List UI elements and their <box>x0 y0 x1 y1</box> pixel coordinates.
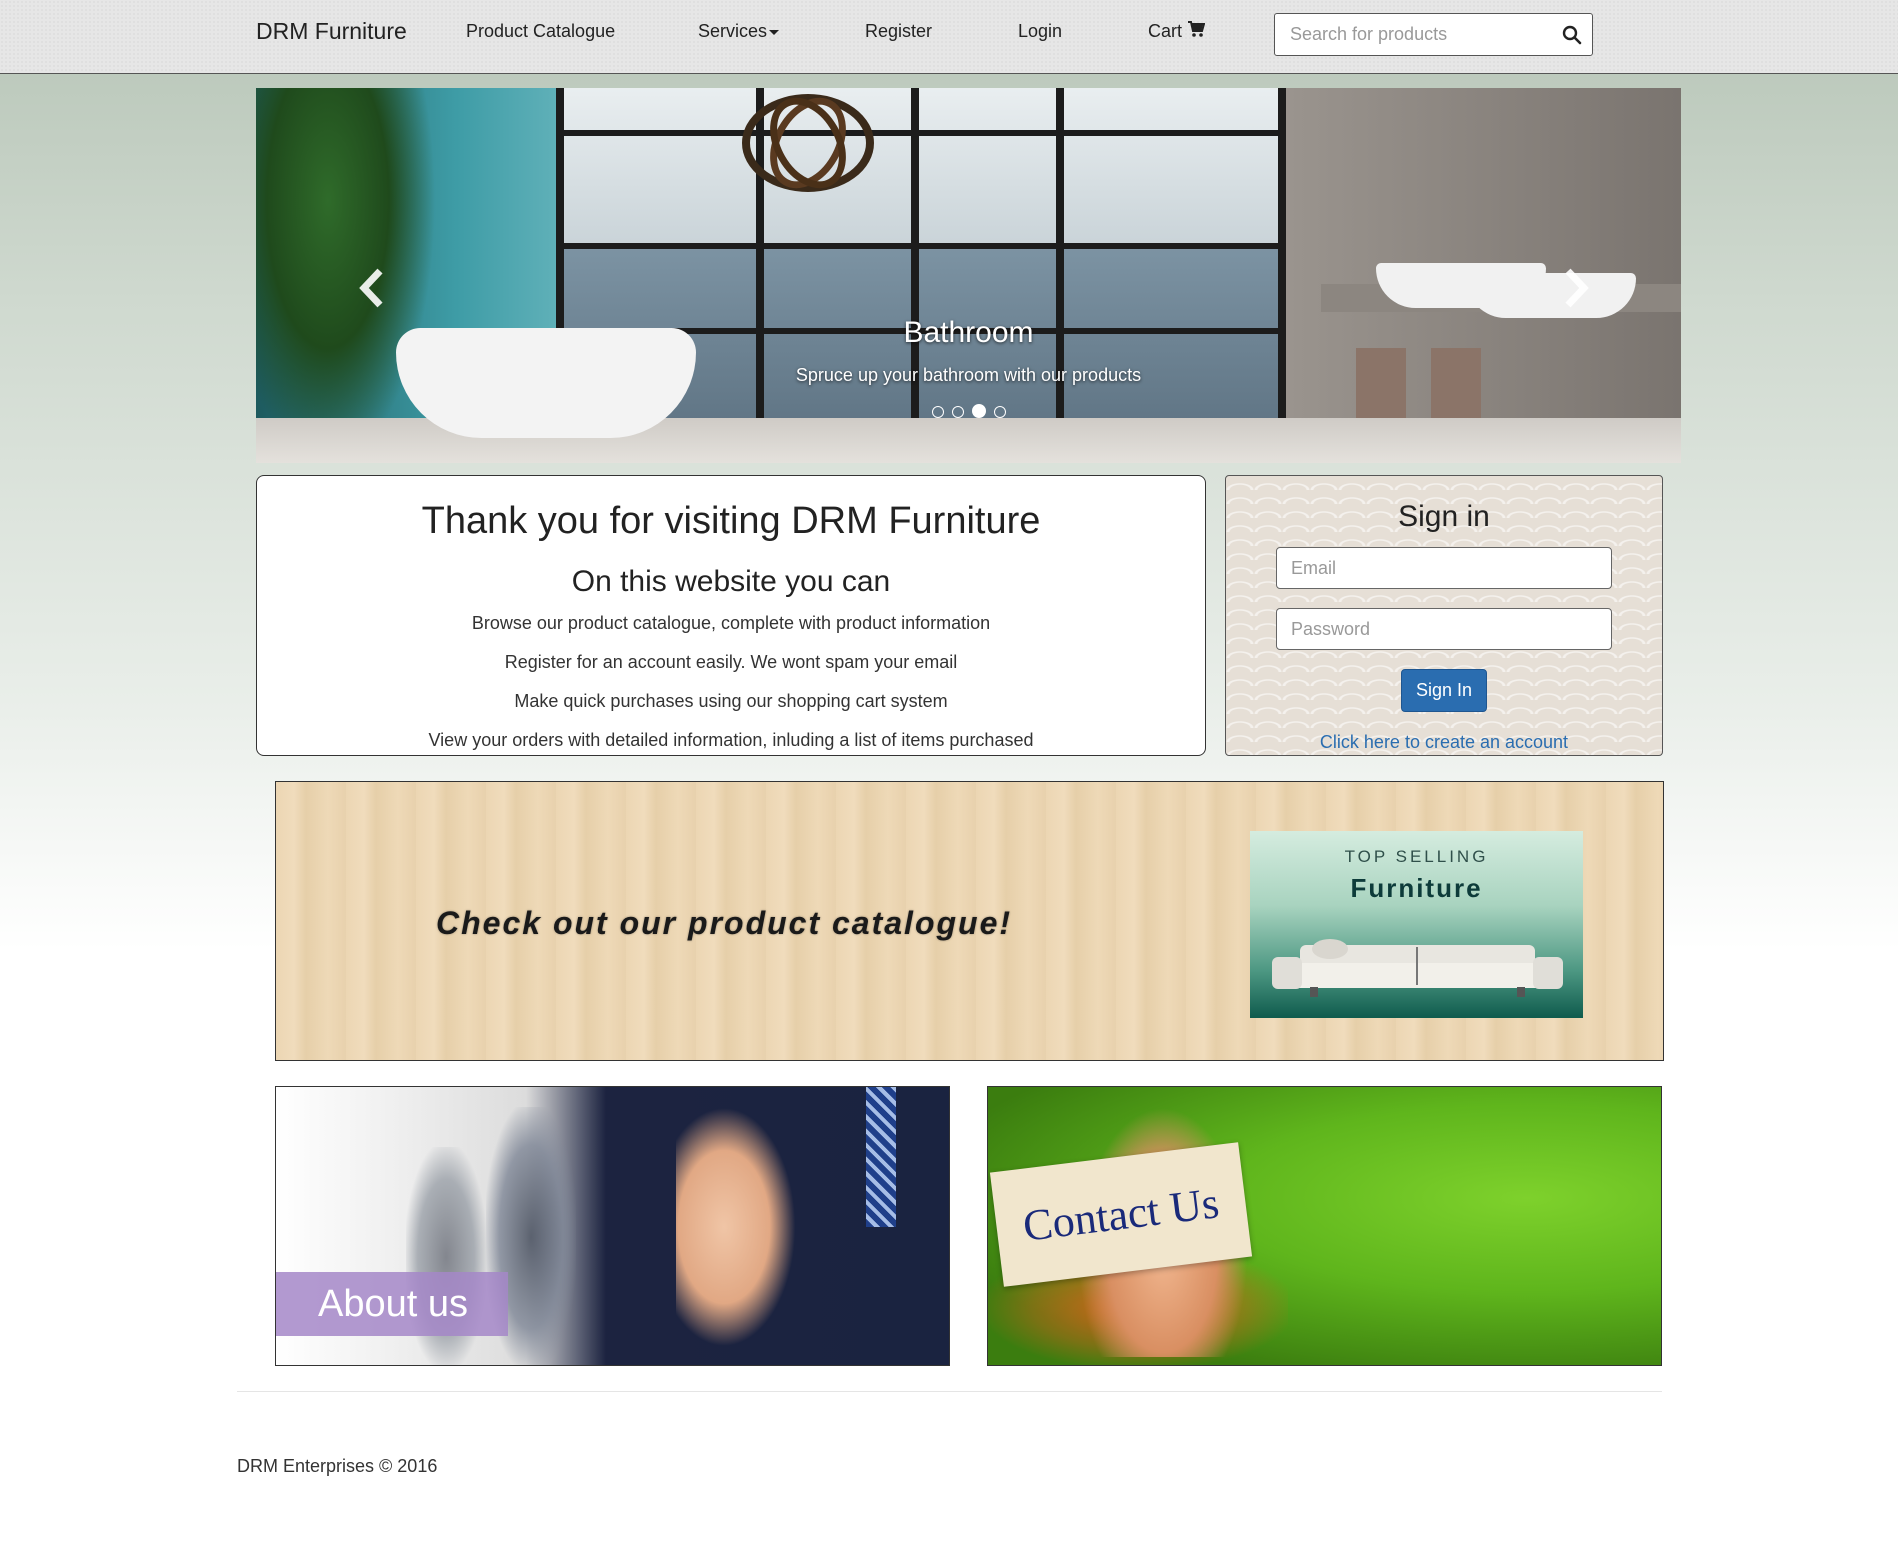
create-account-link[interactable]: Click here to create an account <box>1226 732 1662 753</box>
catalogue-banner[interactable]: Check out our product catalogue! TOP SEL… <box>275 781 1664 1061</box>
carousel-indicator-active[interactable] <box>972 404 986 418</box>
search-box <box>1274 13 1593 56</box>
search-input[interactable] <box>1275 14 1545 55</box>
chevron-left-icon[interactable] <box>356 263 386 313</box>
feature-item: View your orders with detailed informati… <box>428 730 1034 750</box>
email-field[interactable] <box>1276 547 1612 589</box>
banner-text: Check out our product catalogue! <box>436 905 1013 941</box>
welcome-subheading: On this website you can <box>571 565 891 598</box>
nav-services-dropdown[interactable]: Services <box>698 21 780 42</box>
nav-product-catalogue[interactable]: Product Catalogue <box>466 21 615 42</box>
about-us-tile[interactable]: About us <box>275 1086 950 1366</box>
carousel-title: Bathroom <box>903 316 1034 349</box>
sofa-image <box>1272 939 1563 997</box>
carousel-image-sink <box>1466 273 1636 318</box>
shopping-cart-icon <box>1188 21 1206 37</box>
top-selling-title: Furniture <box>1350 873 1483 903</box>
chevron-right-icon[interactable] <box>1562 263 1592 313</box>
carousel-indicator[interactable] <box>952 406 964 418</box>
footer-copyright: DRM Enterprises © 2016 <box>237 1456 438 1476</box>
footer-divider <box>237 1391 1662 1392</box>
top-selling-label: TOP SELLING <box>1344 847 1489 866</box>
carousel-image-sky <box>556 88 1316 248</box>
about-image-hand <box>676 1107 796 1347</box>
caret-down-icon <box>769 29 780 35</box>
feature-item: Browse our product catalogue, complete w… <box>471 613 991 633</box>
welcome-heading: Thank you for visiting DRM Furniture <box>421 500 1041 542</box>
signin-panel: Sign in Sign In Click here to create an … <box>1225 475 1663 756</box>
search-icon[interactable] <box>1562 25 1582 45</box>
welcome-panel: Thank you for visiting DRM Furniture On … <box>256 475 1206 756</box>
top-selling-badge: TOP SELLING Furniture <box>1250 831 1583 1018</box>
feature-item: Make quick purchases using our shopping … <box>514 691 948 711</box>
nav-login[interactable]: Login <box>1018 21 1062 42</box>
top-navbar: DRM Furniture Product Catalogue Services… <box>0 0 1898 74</box>
carousel-indicator[interactable] <box>932 406 944 418</box>
carousel-indicators <box>932 404 1014 423</box>
sign-in-button[interactable]: Sign In <box>1401 669 1487 712</box>
feature-item: Register for an account easily. We wont … <box>504 652 958 672</box>
pendant-lamp-image <box>742 94 874 192</box>
carousel-indicator[interactable] <box>994 406 1006 418</box>
about-us-label: About us <box>276 1272 508 1336</box>
about-image-tie <box>866 1087 896 1227</box>
password-field[interactable] <box>1276 608 1612 650</box>
carousel-subtitle: Spruce up your bathroom with our product… <box>795 365 1142 385</box>
hero-carousel: Bathroom Spruce up your bathroom with ou… <box>256 88 1681 463</box>
nav-register[interactable]: Register <box>865 21 932 42</box>
nav-cart[interactable]: Cart <box>1148 21 1206 42</box>
signin-title: Sign in <box>1398 500 1490 533</box>
nav-cart-label: Cart <box>1148 21 1183 41</box>
brand-link[interactable]: DRM Furniture <box>256 18 407 45</box>
contact-us-tile[interactable]: Contact Us <box>987 1086 1662 1366</box>
carousel-image-plant <box>256 88 436 463</box>
nav-services-label: Services <box>698 21 768 41</box>
